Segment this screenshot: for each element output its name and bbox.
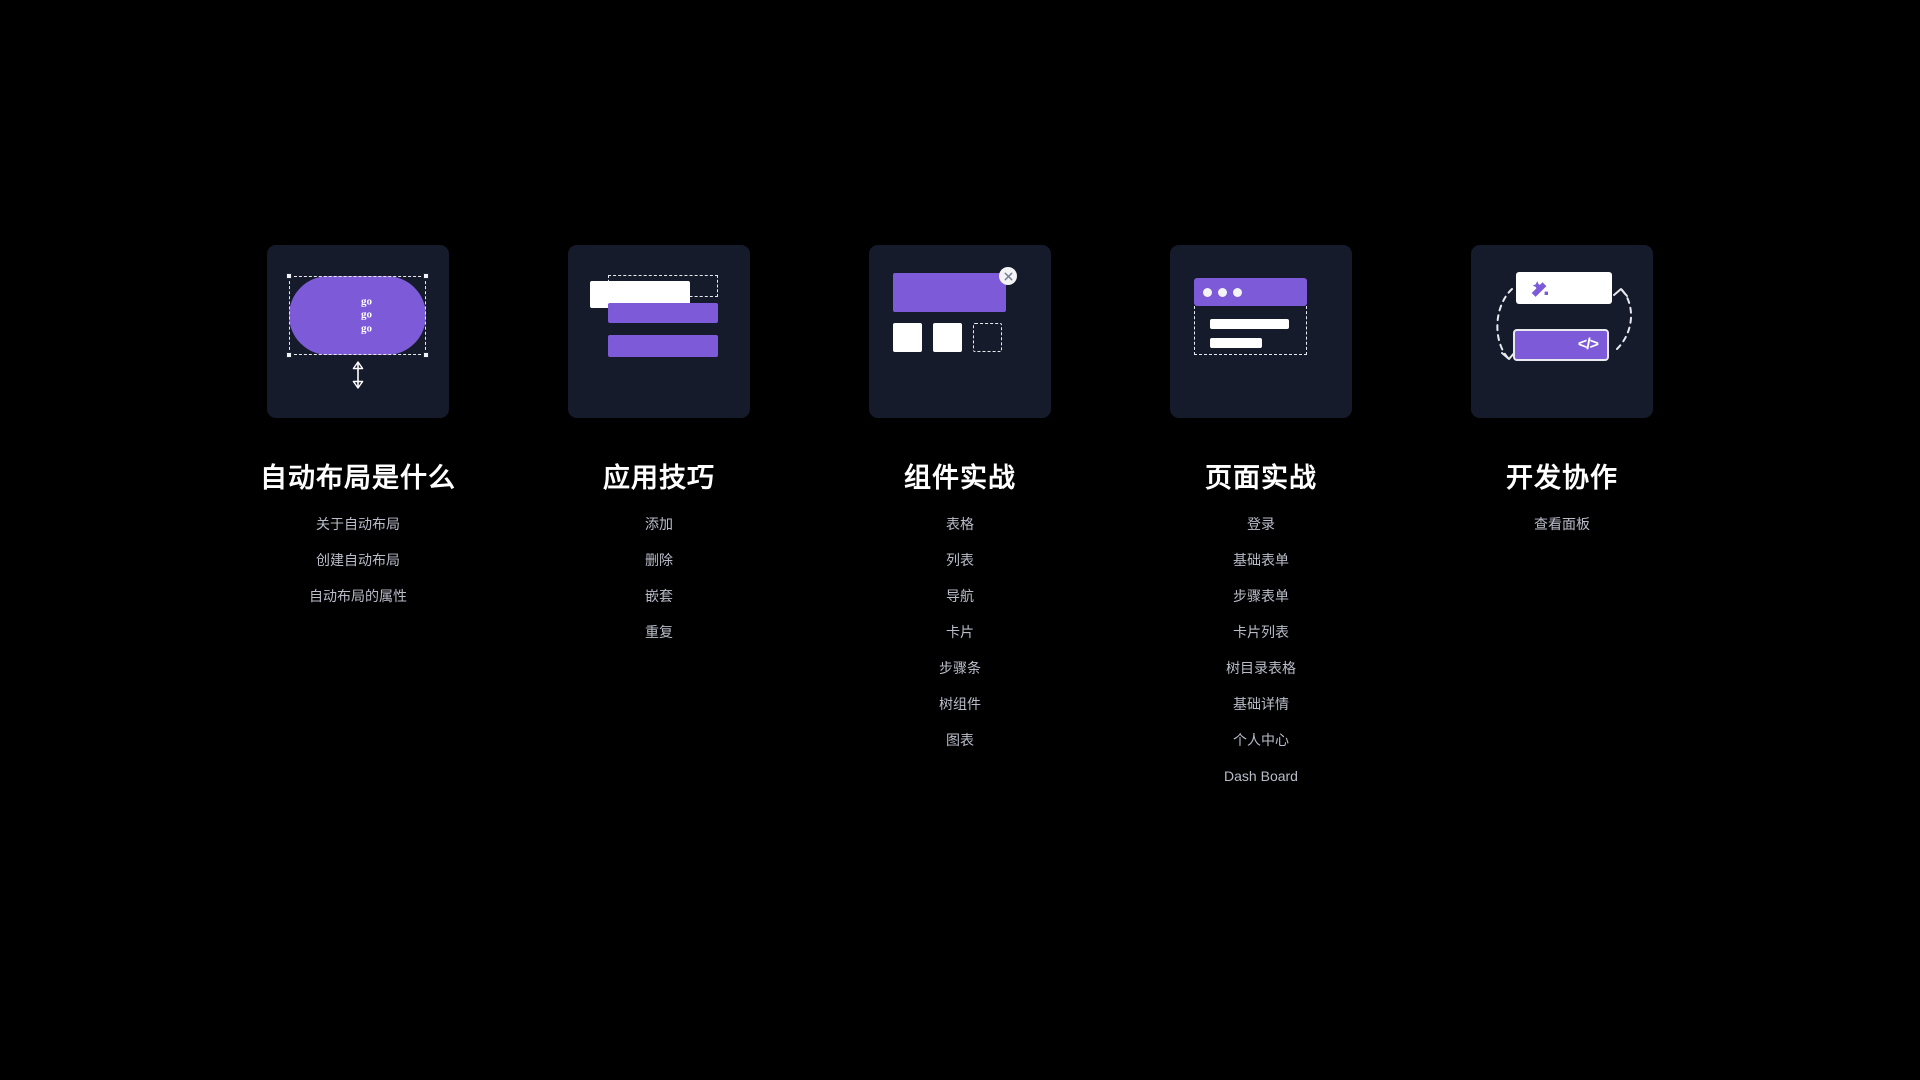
window-dot-icon — [1218, 287, 1227, 297]
square-icon — [893, 323, 922, 352]
magic-wand-icon — [1528, 279, 1550, 306]
list-item[interactable]: 树组件 — [939, 697, 981, 711]
list-item[interactable]: 嵌套 — [645, 589, 673, 603]
course-column-dev-collaboration: </> 开发协作 查看面板 — [1471, 245, 1653, 531]
thumbnail-auto-layout-basics[interactable]: go go go — [267, 245, 449, 418]
window-dot-icon — [1233, 287, 1242, 297]
course-column-page-practice: 页面实战 登录 基础表单 步骤表单 卡片列表 树目录表格 基础详情 个人中心 D… — [1170, 245, 1352, 783]
course-column-grid: go go go 自动布局是什么 关于自动布局 创建自动布局 自动布局的属性 应… — [0, 245, 1920, 783]
selection-frame — [286, 273, 429, 358]
list-item[interactable]: 重复 — [645, 625, 673, 639]
list-item[interactable]: 添加 — [645, 517, 673, 531]
purple-bar-shape — [608, 303, 718, 323]
page-canvas: go go go 自动布局是什么 关于自动布局 创建自动布局 自动布局的属性 应… — [0, 0, 1920, 1080]
list-item[interactable]: 登录 — [1247, 517, 1275, 531]
list-item[interactable]: Dash Board — [1224, 769, 1298, 783]
thumbnail-component-practice[interactable] — [869, 245, 1051, 418]
list-item[interactable]: 卡片 — [946, 625, 974, 639]
link-list-dev-collaboration: 查看面板 — [1471, 517, 1653, 531]
course-column-component-practice: 组件实战 表格 列表 导航 卡片 步骤条 树组件 图表 — [869, 245, 1051, 747]
column-title: 自动布局是什么 — [260, 463, 456, 493]
white-bar-shape — [1210, 338, 1262, 348]
list-item[interactable]: 图表 — [946, 733, 974, 747]
dashed-square-icon — [973, 323, 1002, 352]
column-title: 开发协作 — [1506, 463, 1618, 493]
thumbnail-page-practice[interactable] — [1170, 245, 1352, 418]
list-item[interactable]: 关于自动布局 — [316, 517, 400, 531]
selection-handle-icon — [423, 352, 429, 358]
square-icon — [933, 323, 962, 352]
list-item[interactable]: 创建自动布局 — [316, 553, 400, 567]
window-title-bar — [1194, 278, 1307, 306]
list-item[interactable]: 基础详情 — [1233, 697, 1289, 711]
link-list-application-tips: 添加 删除 嵌套 重复 — [568, 517, 750, 639]
white-bar-shape — [1210, 319, 1289, 329]
column-title: 页面实战 — [1205, 463, 1317, 493]
thumbnail-application-tips[interactable] — [568, 245, 750, 418]
selection-handle-icon — [286, 273, 292, 279]
close-icon[interactable] — [999, 267, 1017, 285]
column-title: 组件实战 — [904, 463, 1016, 493]
link-list-page-practice: 登录 基础表单 步骤表单 卡片列表 树目录表格 基础详情 个人中心 Dash B… — [1170, 517, 1352, 783]
list-item[interactable]: 删除 — [645, 553, 673, 567]
list-item[interactable]: 表格 — [946, 517, 974, 531]
selection-handle-icon — [423, 273, 429, 279]
list-item[interactable]: 基础表单 — [1233, 553, 1289, 567]
selection-handle-icon — [286, 352, 292, 358]
link-list-auto-layout-basics: 关于自动布局 创建自动布局 自动布局的属性 — [267, 517, 449, 603]
list-item[interactable]: 自动布局的属性 — [309, 589, 407, 603]
window-dot-icon — [1203, 287, 1212, 297]
list-item[interactable]: 卡片列表 — [1233, 625, 1289, 639]
list-item[interactable]: 个人中心 — [1233, 733, 1289, 747]
list-item[interactable]: 导航 — [946, 589, 974, 603]
thumbnail-dev-collaboration[interactable]: </> — [1471, 245, 1653, 418]
course-column-application-tips: 应用技巧 添加 删除 嵌套 重复 — [568, 245, 750, 639]
course-column-auto-layout-basics: go go go 自动布局是什么 关于自动布局 创建自动布局 自动布局的属性 — [260, 245, 455, 603]
link-list-component-practice: 表格 列表 导航 卡片 步骤条 树组件 图表 — [869, 517, 1051, 747]
list-item[interactable]: 查看面板 — [1534, 517, 1590, 531]
list-item[interactable]: 列表 — [946, 553, 974, 567]
list-item[interactable]: 树目录表格 — [1226, 661, 1296, 675]
code-box: </> — [1513, 329, 1609, 361]
list-item[interactable]: 步骤表单 — [1233, 589, 1289, 603]
design-tool-box — [1516, 272, 1612, 304]
purple-banner-shape — [893, 273, 1006, 312]
code-icon: </> — [1577, 336, 1599, 353]
resize-vertical-arrow-icon — [350, 361, 366, 394]
column-title: 应用技巧 — [603, 463, 715, 493]
purple-bar-shape — [608, 335, 718, 357]
list-item[interactable]: 步骤条 — [939, 661, 981, 675]
